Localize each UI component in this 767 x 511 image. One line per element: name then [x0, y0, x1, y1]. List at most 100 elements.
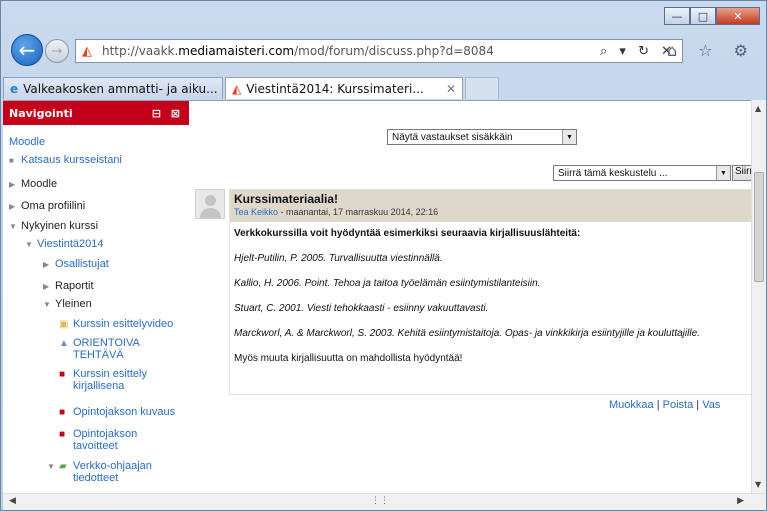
collapse-arrow-icon: ▼	[25, 240, 33, 249]
tab-viestinta[interactable]: ◭ Viestintä2014: Kurssimateri... ✕	[225, 77, 463, 99]
forward-button[interactable]: →	[45, 39, 69, 63]
sidebar-item-label[interactable]: Opintojakson kuvaus	[73, 406, 175, 418]
scroll-down-icon[interactable]: ▼	[755, 480, 761, 489]
reply-link[interactable]: Vas	[702, 399, 720, 411]
navigation-header: Navigointi ⊟ ⊠	[3, 101, 189, 125]
sidebar-item-label[interactable]: Moodle	[9, 136, 45, 148]
sidebar-item-label: Oma profiilini	[21, 200, 86, 212]
author-link[interactable]: Tea Keikko	[234, 207, 278, 217]
site-favicon-icon: ◭	[82, 43, 92, 59]
sidebar-item-label[interactable]: Kurssin esittelyvideo	[73, 318, 173, 330]
url-text[interactable]: http://vaakk.mediamaisteri.com/mod/forum…	[102, 44, 494, 58]
sidebar-item-reports[interactable]: ▶ Raportit	[43, 280, 94, 292]
post-date: - maanantai, 17 marraskuu 2014, 22:16	[278, 207, 439, 217]
assignment-icon: ▲	[59, 338, 69, 349]
back-button[interactable]: ←	[11, 34, 43, 66]
home-favorites-settings-icons[interactable]: ⌂ ☆ ⚙	[667, 41, 756, 60]
reference-item: Hjelt-Putilin, P. 2005. Turvallisuutta v…	[234, 253, 443, 264]
new-tab-button[interactable]	[465, 77, 499, 99]
sidebar-item-label[interactable]: Osallistujat	[55, 258, 109, 270]
navigation-title: Navigointi	[9, 106, 73, 120]
sidebar-item-tutor-announcements[interactable]: ▼ ▰ Verkko-ohjaajan tiedotteet	[47, 460, 152, 484]
url-prefix: http://vaakk.	[102, 44, 179, 58]
bullet-icon: ■	[9, 156, 14, 165]
separator: |	[653, 399, 663, 411]
sidebar-item-course-intro-written[interactable]: ■ Kurssin esittely kirjallisena	[59, 368, 147, 392]
url-domain: mediamaisteri.com	[178, 44, 295, 58]
expand-arrow-icon: ▶	[43, 282, 50, 291]
scroll-left-icon[interactable]: ◀	[9, 496, 16, 506]
sidebar-item-course-goals[interactable]: ■ Opintojakson tavoitteet	[59, 428, 137, 452]
pdf-icon: ■	[59, 407, 66, 418]
scroll-thumb[interactable]	[754, 172, 764, 282]
collapse-arrow-icon: ▼	[43, 300, 51, 309]
sidebar-item-label[interactable]: Viestintä2014	[37, 238, 103, 250]
sidebar-item-label-line2[interactable]: kirjallisena	[73, 380, 124, 392]
navigation-block: Navigointi ⊟ ⊠ Moodle ■ Katsaus kursseist…	[3, 101, 189, 494]
sidebar-item-moodle[interactable]: ▶ Moodle	[9, 178, 57, 190]
expand-arrow-icon: ▶	[9, 202, 16, 211]
sidebar-item-orientation-task[interactable]: ▲ ORIENTOIVA TEHTÄVÄ	[59, 337, 140, 361]
forum-post: Kurssimateriaalia! Tea Keikko - maananta…	[229, 189, 751, 395]
move-button[interactable]: Siirrä	[732, 165, 751, 181]
sidebar-item-label-line2[interactable]: TEHTÄVÄ	[73, 349, 124, 361]
sidebar-item-general[interactable]: ▼ Yleinen	[43, 298, 92, 310]
address-bar[interactable]: ◭ http://vaakk.mediamaisteri.com/mod/for…	[75, 39, 683, 63]
sidebar-item-label[interactable]: Verkko-ohjaajan	[73, 460, 152, 472]
sidebar-item-viestinta2014[interactable]: ▼ Viestintä2014	[25, 238, 103, 250]
expand-arrow-icon: ▶	[43, 260, 50, 269]
post-title: Kurssimateriaalia!	[234, 192, 339, 206]
url-path: /mod/forum/discuss.php?d=8084	[294, 44, 494, 58]
sidebar-item-label[interactable]: Katsaus kursseistani	[21, 154, 122, 166]
browser-window: — □ ✕ ← → ◭ http://vaakk.mediamaisteri.c…	[0, 0, 767, 511]
minimize-button[interactable]: —	[664, 7, 690, 25]
sidebar-item-participants[interactable]: ▶ Osallistujat	[43, 258, 109, 270]
sidebar-item-label[interactable]: Opintojakson	[73, 428, 137, 440]
forward-arrow-icon: →	[51, 43, 63, 59]
scroll-up-icon[interactable]: ▲	[755, 104, 761, 113]
block-controls-icon[interactable]: ⊟ ⊠	[152, 107, 183, 120]
move-discussion-select[interactable]: Siirrä tämä keskustelu ... ▼	[553, 165, 731, 181]
separator: |	[693, 399, 703, 411]
tab-label: Valkeakosken ammatti- ja aiku...	[23, 81, 218, 96]
close-tab-icon[interactable]: ✕	[446, 82, 456, 96]
edit-link[interactable]: Muokkaa	[609, 399, 654, 411]
vertical-scrollbar[interactable]: ▲ ▼	[751, 100, 766, 493]
main-content: Näytä vastaukset sisäkkäin ▼ Siirrä tämä…	[189, 101, 751, 494]
reference-item: Kallio, H. 2006. Point. Tehoa ja taitoa …	[234, 278, 541, 289]
tab-label: Viestintä2014: Kurssimateri...	[246, 81, 424, 96]
address-tools[interactable]: ⌕ ▾ ↻ ✕	[600, 44, 676, 59]
post-commands: Muokkaa | Poista | Vas	[609, 399, 720, 411]
sidebar-item-course-description[interactable]: ■ Opintojakson kuvaus	[59, 406, 175, 418]
forum-icon: ▰	[59, 461, 67, 472]
page-viewport: Navigointi ⊟ ⊠ Moodle ■ Katsaus kursseist…	[3, 100, 751, 494]
sidebar-item-label[interactable]: ORIENTOIVA	[73, 337, 140, 349]
move-discussion-value: Siirrä tämä keskustelu ...	[558, 167, 668, 179]
sidebar-item-intro-video[interactable]: ▣ Kurssin esittelyvideo	[59, 318, 173, 330]
browser-navbar: ← → ◭ http://vaakk.mediamaisteri.com/mod…	[1, 25, 766, 73]
sidebar-item-label-line2[interactable]: tiedotteet	[73, 472, 118, 484]
sidebar-item-label[interactable]: Kurssin esittely	[73, 368, 147, 380]
tab-valkeakoski[interactable]: e Valkeakosken ammatti- ja aiku...	[3, 77, 223, 99]
horizontal-scrollbar[interactable]: ◀ ⋮⋮ ▶	[3, 493, 766, 510]
sidebar-item-label-line2[interactable]: tavoitteet	[73, 440, 118, 452]
sidebar-item-current-course[interactable]: ▼ Nykyinen kurssi	[9, 220, 98, 232]
back-arrow-icon: ←	[18, 38, 36, 62]
sidebar-item-label: Raportit	[55, 280, 94, 292]
delete-link[interactable]: Poista	[663, 399, 694, 411]
display-mode-select[interactable]: Näytä vastaukset sisäkkäin ▼	[387, 129, 577, 145]
collapse-arrow-icon: ▼	[9, 222, 17, 231]
sidebar-item-course-overview[interactable]: ■ Katsaus kursseistani	[9, 154, 122, 166]
pdf-icon: ■	[59, 369, 66, 380]
sidebar-item-moodle-home[interactable]: Moodle	[9, 136, 45, 148]
close-window-button[interactable]: ✕	[716, 7, 760, 25]
author-avatar[interactable]	[195, 189, 225, 219]
ie-logo-icon: e	[10, 81, 19, 96]
sidebar-item-profile[interactable]: ▶ Oma profiilini	[9, 200, 85, 212]
maximize-button[interactable]: □	[690, 7, 716, 25]
sidebar-item-label: Yleinen	[55, 298, 92, 310]
scroll-right-icon[interactable]: ▶	[737, 496, 744, 506]
reference-item: Marckworl, A. & Marckworl, S. 2003. Kehi…	[234, 328, 700, 339]
scroll-grip-icon[interactable]: ⋮⋮	[371, 496, 389, 506]
reference-item: Stuart, C. 2001. Viesti tehokkaasti - es…	[234, 303, 489, 314]
